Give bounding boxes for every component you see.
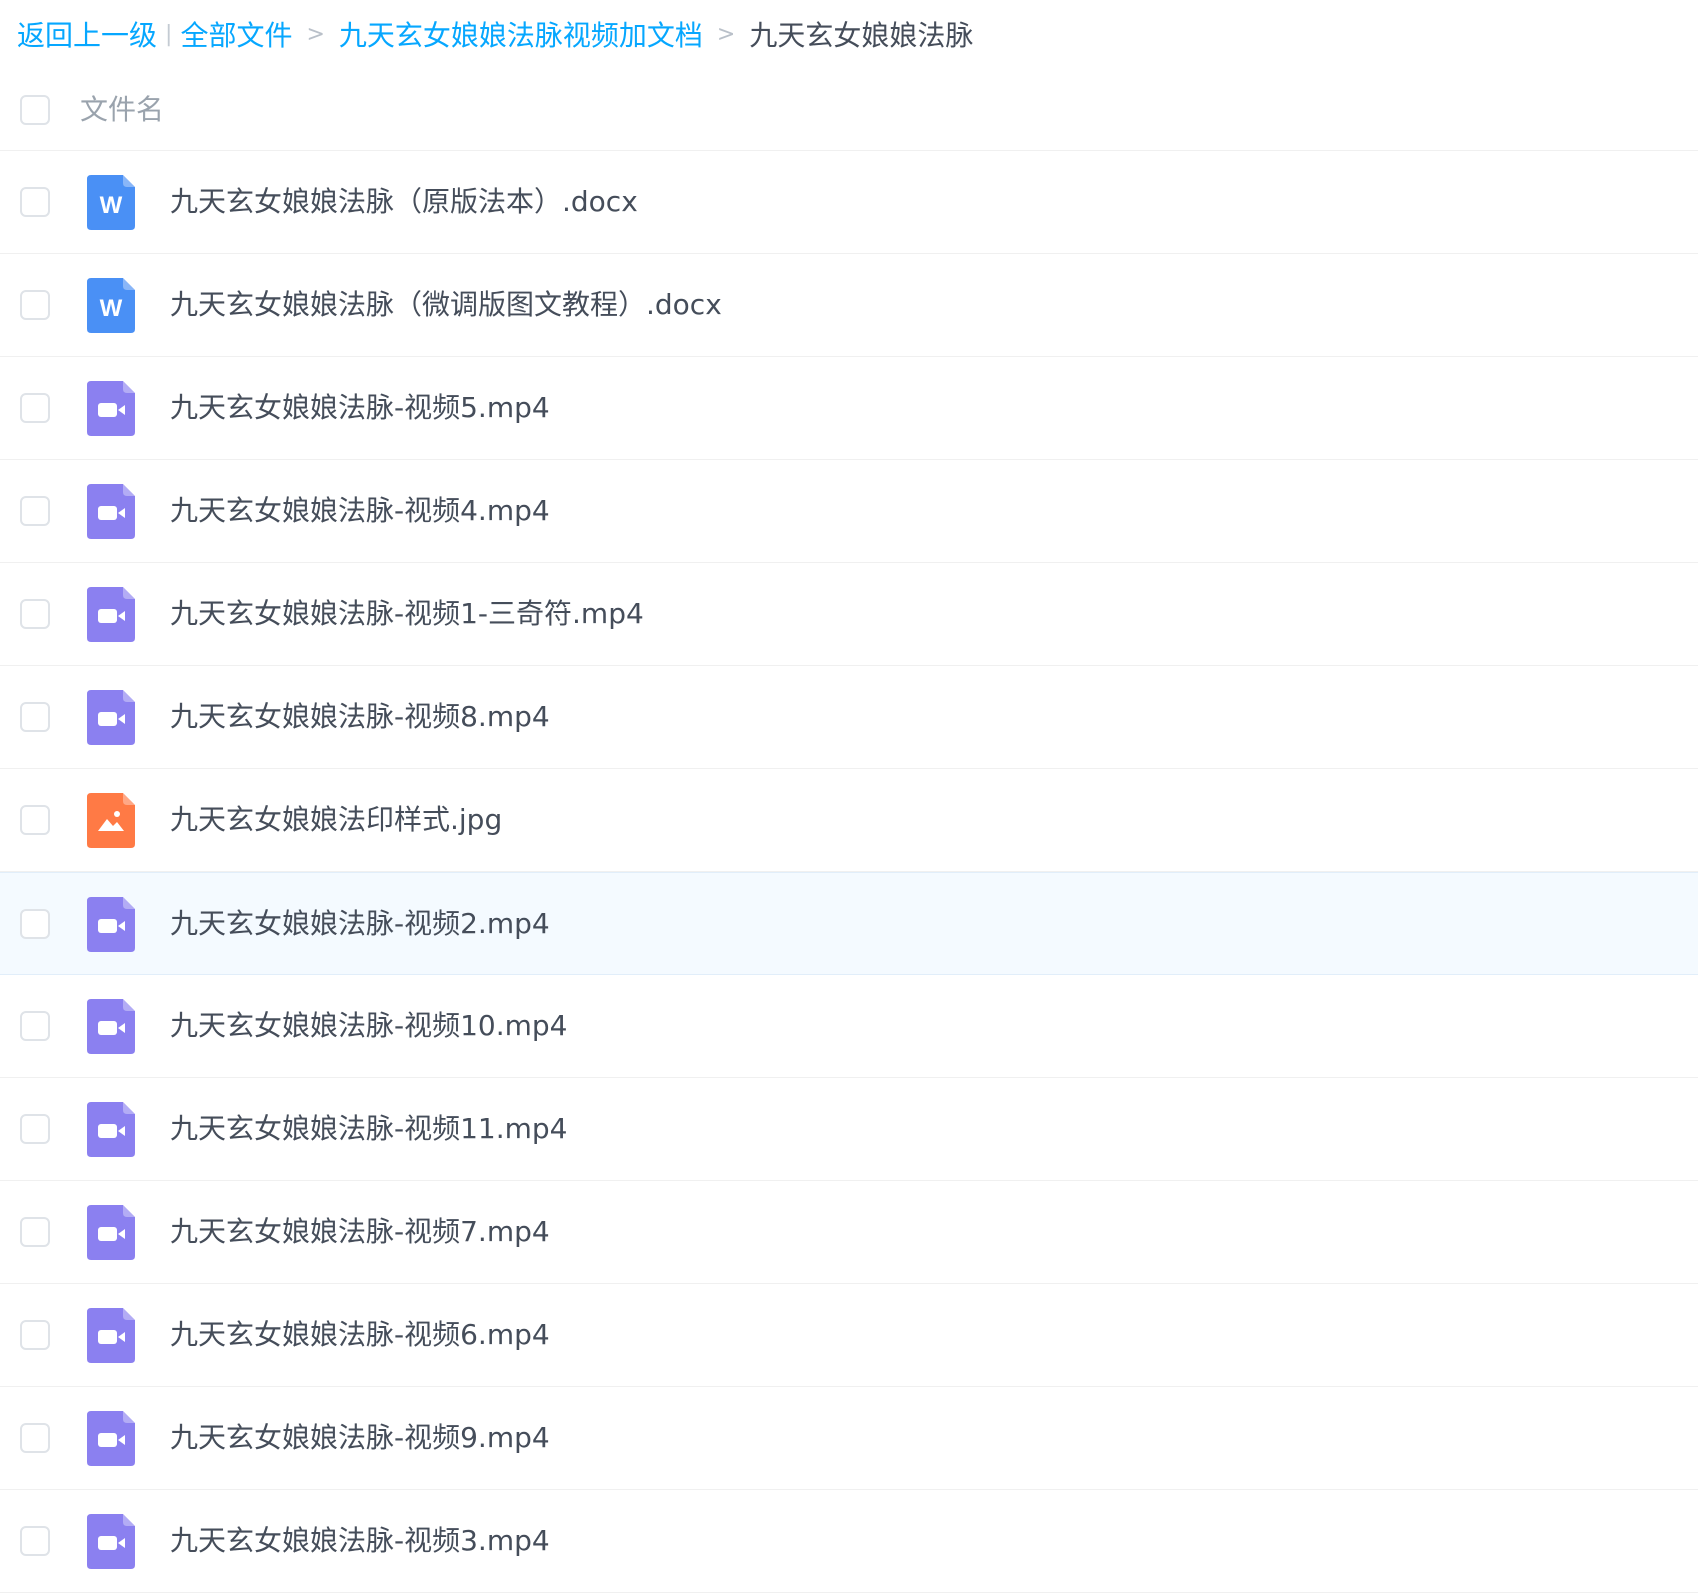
list-header: 文件名 bbox=[0, 72, 1698, 151]
video-file-icon bbox=[87, 587, 135, 642]
file-checkbox[interactable] bbox=[20, 1526, 50, 1556]
file-name[interactable]: 九天玄女娘娘法脉-视频1-三奇符.mp4 bbox=[170, 592, 644, 636]
file-name[interactable]: 九天玄女娘娘法印样式.jpg bbox=[170, 798, 502, 842]
file-name[interactable]: 九天玄女娘娘法脉-视频8.mp4 bbox=[170, 695, 550, 739]
video-file-icon bbox=[87, 999, 135, 1054]
svg-text:W: W bbox=[100, 295, 123, 322]
file-name[interactable]: 九天玄女娘娘法脉-视频3.mp4 bbox=[170, 1519, 550, 1563]
file-checkbox[interactable] bbox=[20, 187, 50, 217]
file-row[interactable]: W 九天玄女娘娘法脉（原版法本）.docx bbox=[0, 151, 1698, 254]
file-row[interactable]: 九天玄女娘娘法脉-视频6.mp4 bbox=[0, 1284, 1698, 1387]
video-file-icon bbox=[87, 1411, 135, 1466]
file-checkbox[interactable] bbox=[20, 1114, 50, 1144]
breadcrumb-separator: > bbox=[716, 21, 736, 47]
video-file-icon bbox=[87, 381, 135, 436]
file-row[interactable]: 九天玄女娘娘法脉-视频2.mp4 bbox=[0, 872, 1698, 975]
breadcrumb-separator: > bbox=[306, 21, 325, 47]
video-file-icon bbox=[87, 484, 135, 539]
file-name[interactable]: 九天玄女娘娘法脉-视频9.mp4 bbox=[170, 1416, 550, 1460]
file-row[interactable]: 九天玄女娘娘法脉-视频10.mp4 bbox=[0, 975, 1698, 1078]
file-checkbox[interactable] bbox=[20, 702, 50, 732]
file-checkbox[interactable] bbox=[20, 496, 50, 526]
file-name[interactable]: 九天玄女娘娘法脉（微调版图文教程）.docx bbox=[170, 283, 722, 327]
file-name[interactable]: 九天玄女娘娘法脉-视频2.mp4 bbox=[170, 902, 550, 946]
video-file-icon bbox=[87, 690, 135, 745]
file-row[interactable]: 九天玄女娘娘法脉-视频1-三奇符.mp4 bbox=[0, 563, 1698, 666]
back-link[interactable]: 返回上一级 bbox=[17, 14, 157, 54]
file-checkbox[interactable] bbox=[20, 290, 50, 320]
file-name[interactable]: 九天玄女娘娘法脉-视频7.mp4 bbox=[170, 1210, 550, 1254]
svg-text:W: W bbox=[100, 192, 123, 219]
video-file-icon bbox=[87, 1205, 135, 1260]
file-checkbox[interactable] bbox=[20, 599, 50, 629]
file-row[interactable]: W 九天玄女娘娘法脉（微调版图文教程）.docx bbox=[0, 254, 1698, 357]
file-name[interactable]: 九天玄女娘娘法脉-视频11.mp4 bbox=[170, 1107, 568, 1151]
file-checkbox[interactable] bbox=[20, 909, 50, 939]
file-row[interactable]: 九天玄女娘娘法脉-视频8.mp4 bbox=[0, 666, 1698, 769]
word-doc-icon: W bbox=[87, 175, 135, 230]
breadcrumb-folder-link[interactable]: 九天玄女娘娘法脉视频加文档 bbox=[339, 14, 703, 54]
file-name[interactable]: 九天玄女娘娘法脉-视频5.mp4 bbox=[170, 386, 550, 430]
file-row[interactable]: 九天玄女娘娘法脉-视频3.mp4 bbox=[0, 1490, 1698, 1593]
file-checkbox[interactable] bbox=[20, 1320, 50, 1350]
file-row[interactable]: 九天玄女娘娘法脉-视频7.mp4 bbox=[0, 1181, 1698, 1284]
file-list: W 九天玄女娘娘法脉（原版法本）.docx W 九天玄女娘娘法脉（微调版图文教程）.d… bbox=[0, 151, 1698, 1593]
file-row[interactable]: 九天玄女娘娘法脉-视频4.mp4 bbox=[0, 460, 1698, 563]
video-file-icon bbox=[87, 897, 135, 952]
word-doc-icon: W bbox=[87, 278, 135, 333]
file-row[interactable]: 九天玄女娘娘法脉-视频11.mp4 bbox=[0, 1078, 1698, 1181]
video-file-icon bbox=[87, 1308, 135, 1363]
file-row[interactable]: 九天玄女娘娘法印样式.jpg bbox=[0, 769, 1698, 872]
file-row[interactable]: 九天玄女娘娘法脉-视频9.mp4 bbox=[0, 1387, 1698, 1490]
file-checkbox[interactable] bbox=[20, 805, 50, 835]
video-file-icon bbox=[87, 1514, 135, 1569]
breadcrumb: 返回上一级 | 全部文件 > 九天玄女娘娘法脉视频加文档 > 九天玄女娘娘法脉 bbox=[17, 14, 973, 54]
breadcrumb-current: 九天玄女娘娘法脉 bbox=[749, 19, 974, 52]
breadcrumb-divider: | bbox=[165, 21, 173, 47]
file-checkbox[interactable] bbox=[20, 1217, 50, 1247]
file-name[interactable]: 九天玄女娘娘法脉-视频10.mp4 bbox=[170, 1004, 568, 1048]
file-checkbox[interactable] bbox=[20, 393, 50, 423]
select-all-checkbox[interactable] bbox=[20, 95, 50, 125]
file-row[interactable]: 九天玄女娘娘法脉-视频5.mp4 bbox=[0, 357, 1698, 460]
file-checkbox[interactable] bbox=[20, 1423, 50, 1453]
column-header-filename: 文件名 bbox=[80, 93, 165, 126]
file-name[interactable]: 九天玄女娘娘法脉（原版法本）.docx bbox=[170, 180, 638, 224]
file-name[interactable]: 九天玄女娘娘法脉-视频4.mp4 bbox=[170, 489, 550, 533]
image-file-icon bbox=[87, 793, 135, 848]
video-file-icon bbox=[87, 1102, 135, 1157]
breadcrumb-root-link[interactable]: 全部文件 bbox=[180, 14, 292, 54]
file-name[interactable]: 九天玄女娘娘法脉-视频6.mp4 bbox=[170, 1313, 550, 1357]
file-checkbox[interactable] bbox=[20, 1011, 50, 1041]
